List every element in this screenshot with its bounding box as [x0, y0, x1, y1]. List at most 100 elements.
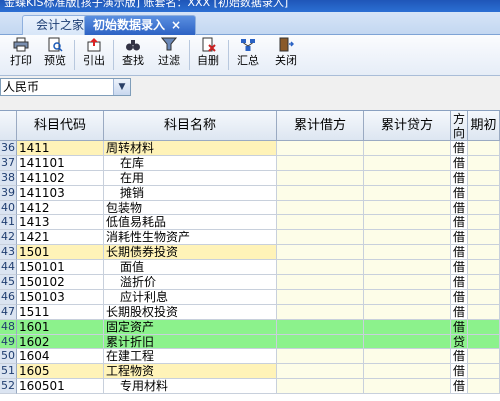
table-row[interactable]: 47 1511 长期股权投资 借	[0, 304, 500, 320]
accum-debit-cell[interactable]	[277, 364, 364, 380]
accum-credit-cell[interactable]	[364, 319, 451, 335]
account-code-cell[interactable]: 1413	[17, 215, 104, 231]
account-name-cell[interactable]: 专用材料	[104, 379, 277, 395]
direction-cell[interactable]: 借	[451, 185, 468, 201]
header-account-name[interactable]: 科目名称	[104, 111, 277, 141]
account-name-cell[interactable]: 长期股权投资	[104, 304, 277, 320]
opening-balance-cell[interactable]	[468, 185, 500, 201]
direction-cell[interactable]: 借	[451, 364, 468, 380]
filter-button[interactable]: 过滤	[152, 37, 186, 73]
preview-button[interactable]: 预览	[38, 37, 72, 73]
opening-balance-cell[interactable]	[468, 289, 500, 305]
accum-debit-cell[interactable]	[277, 141, 364, 156]
accum-credit-cell[interactable]	[364, 349, 451, 365]
table-row[interactable]: 48 1601 固定资产 借	[0, 319, 500, 335]
table-row[interactable]: 45 150102 溢折价 借	[0, 275, 500, 290]
account-name-cell[interactable]: 消耗性生物资产	[104, 230, 277, 246]
account-code-cell[interactable]: 141102	[17, 170, 104, 186]
chevron-down-icon[interactable]: ▼	[113, 79, 130, 95]
account-code-cell[interactable]: 1421	[17, 230, 104, 246]
accum-debit-cell[interactable]	[277, 245, 364, 261]
accum-debit-cell[interactable]	[277, 155, 364, 171]
account-code-cell[interactable]: 150101	[17, 260, 104, 276]
table-row[interactable]: 42 1421 消耗性生物资产 借	[0, 230, 500, 246]
opening-balance-cell[interactable]	[468, 275, 500, 290]
account-code-cell[interactable]: 1411	[17, 141, 104, 156]
direction-cell[interactable]: 借	[451, 379, 468, 395]
accum-credit-cell[interactable]	[364, 215, 451, 231]
accum-debit-cell[interactable]	[277, 319, 364, 335]
table-row[interactable]: 51 1605 工程物资 借	[0, 364, 500, 380]
direction-cell[interactable]: 借	[451, 245, 468, 261]
account-name-cell[interactable]: 在用	[104, 170, 277, 186]
print-button[interactable]: 打印	[4, 37, 38, 73]
account-code-cell[interactable]: 1602	[17, 334, 104, 350]
opening-balance-cell[interactable]	[468, 155, 500, 171]
opening-balance-cell[interactable]	[468, 215, 500, 231]
opening-balance-cell[interactable]	[468, 170, 500, 186]
account-code-cell[interactable]: 141103	[17, 185, 104, 201]
accum-credit-cell[interactable]	[364, 275, 451, 290]
accum-debit-cell[interactable]	[277, 334, 364, 350]
direction-cell[interactable]: 借	[451, 289, 468, 305]
account-name-cell[interactable]: 溢折价	[104, 275, 277, 290]
close-button[interactable]: 关闭	[269, 37, 303, 73]
accum-debit-cell[interactable]	[277, 289, 364, 305]
opening-balance-cell[interactable]	[468, 230, 500, 246]
account-name-cell[interactable]: 摊销	[104, 185, 277, 201]
direction-cell[interactable]: 借	[451, 349, 468, 365]
accum-debit-cell[interactable]	[277, 170, 364, 186]
table-row[interactable]: 40 1412 包装物 借	[0, 200, 500, 216]
accum-debit-cell[interactable]	[277, 215, 364, 231]
header-opening-balance[interactable]: 期初	[468, 111, 500, 141]
direction-cell[interactable]: 借	[451, 230, 468, 246]
account-name-cell[interactable]: 累计折旧	[104, 334, 277, 350]
accum-debit-cell[interactable]	[277, 349, 364, 365]
accum-credit-cell[interactable]	[364, 141, 451, 156]
table-row[interactable]: 52 160501 专用材料 借	[0, 379, 500, 395]
account-name-cell[interactable]: 低值易耗品	[104, 215, 277, 231]
account-name-cell[interactable]: 固定资产	[104, 319, 277, 335]
accum-credit-cell[interactable]	[364, 155, 451, 171]
header-accum-debit[interactable]: 累计借方	[277, 111, 364, 141]
account-name-cell[interactable]: 应计利息	[104, 289, 277, 305]
accum-debit-cell[interactable]	[277, 185, 364, 201]
account-name-cell[interactable]: 在建工程	[104, 349, 277, 365]
accum-credit-cell[interactable]	[364, 364, 451, 380]
accum-debit-cell[interactable]	[277, 304, 364, 320]
accum-credit-cell[interactable]	[364, 170, 451, 186]
table-row[interactable]: 50 1604 在建工程 借	[0, 349, 500, 365]
direction-cell[interactable]: 借	[451, 319, 468, 335]
opening-balance-cell[interactable]	[468, 260, 500, 276]
summary-button[interactable]: 汇总	[231, 37, 265, 73]
accum-debit-cell[interactable]	[277, 230, 364, 246]
table-row[interactable]: 43 1501 长期债券投资 借	[0, 245, 500, 261]
accum-credit-cell[interactable]	[364, 304, 451, 320]
table-row[interactable]: 39 141103 摊销 借	[0, 185, 500, 201]
accum-debit-cell[interactable]	[277, 260, 364, 276]
account-code-cell[interactable]: 1605	[17, 364, 104, 380]
accum-credit-cell[interactable]	[364, 185, 451, 201]
account-name-cell[interactable]: 包装物	[104, 200, 277, 216]
account-name-cell[interactable]: 在库	[104, 155, 277, 171]
direction-cell[interactable]: 借	[451, 304, 468, 320]
table-row[interactable]: 38 141102 在用 借	[0, 170, 500, 186]
direction-cell[interactable]: 贷	[451, 334, 468, 350]
find-button[interactable]: 查找	[116, 37, 150, 73]
direction-cell[interactable]: 借	[451, 170, 468, 186]
opening-balance-cell[interactable]	[468, 334, 500, 350]
account-code-cell[interactable]: 1511	[17, 304, 104, 320]
table-row[interactable]: 49 1602 累计折旧 贷	[0, 334, 500, 350]
account-code-cell[interactable]: 1501	[17, 245, 104, 261]
opening-balance-cell[interactable]	[468, 319, 500, 335]
header-account-code[interactable]: 科目代码	[17, 111, 104, 141]
currency-select[interactable]: 人民币 ▼	[0, 78, 131, 96]
table-row[interactable]: 37 141101 在库 借	[0, 155, 500, 171]
accum-debit-cell[interactable]	[277, 379, 364, 395]
account-name-cell[interactable]: 周转材料	[104, 141, 277, 156]
table-row[interactable]: 46 150103 应计利息 借	[0, 289, 500, 305]
export-button[interactable]: 引出	[77, 37, 111, 73]
account-code-cell[interactable]: 150102	[17, 275, 104, 290]
table-row[interactable]: 36 1411 周转材料 借	[0, 141, 500, 156]
table-row[interactable]: 41 1413 低值易耗品 借	[0, 215, 500, 231]
